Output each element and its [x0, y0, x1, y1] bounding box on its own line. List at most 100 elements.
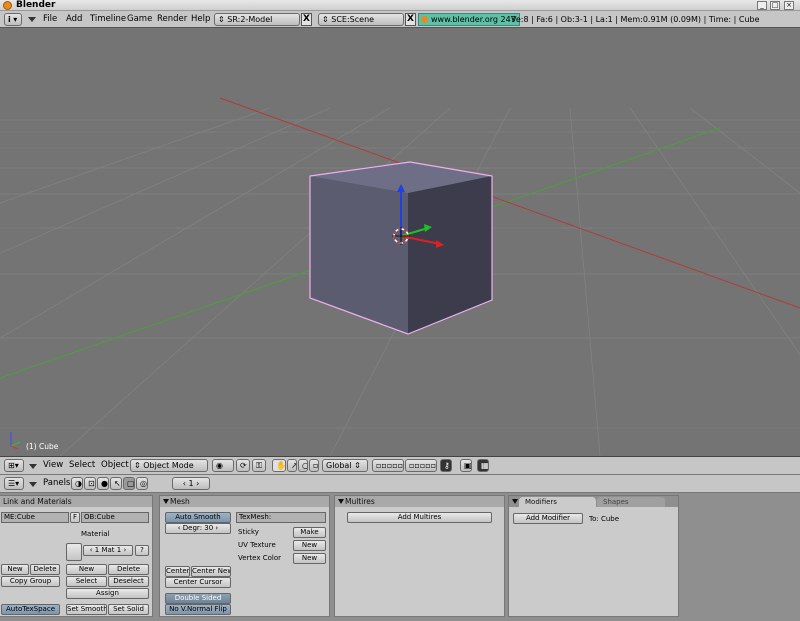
- modifiers-panel: Modifiers Shapes Add Modifier To: Cube: [508, 495, 679, 617]
- layer-lock-icon[interactable]: ⚿: [252, 459, 266, 472]
- menu-object[interactable]: Object: [101, 459, 129, 472]
- double-sided-toggle[interactable]: Double Sided: [165, 593, 231, 604]
- material-color-swatch[interactable]: [66, 543, 82, 561]
- modifiers-tab-bar: Modifiers Shapes: [509, 496, 678, 507]
- collapse-menu-icon[interactable]: [29, 482, 37, 487]
- window-titlebar: Blender _ □ ×: [0, 0, 800, 11]
- blender-logo-icon: [421, 16, 428, 23]
- draw-type-selector[interactable]: ◉: [212, 459, 234, 472]
- multires-panel: Multires Add Multires: [334, 495, 505, 617]
- menu-select[interactable]: Select: [69, 459, 95, 472]
- menu-help[interactable]: Help: [191, 13, 210, 26]
- menu-game[interactable]: Game: [127, 13, 152, 26]
- collapse-menu-icon[interactable]: [28, 17, 36, 22]
- copy-group-button[interactable]: Copy Group: [1, 576, 60, 587]
- scene-selector[interactable]: ⇕ SCE:Scene: [318, 13, 404, 26]
- info-header: i ▾ File Add Timeline Game Render Help ⇕…: [0, 11, 800, 28]
- lock-icon[interactable]: ⚷: [440, 459, 452, 472]
- auto-smooth-degree-field[interactable]: ‹ Degr: 30 ›: [165, 523, 231, 534]
- editing-context-icon[interactable]: ▢: [123, 477, 135, 490]
- uv-texture-new-button[interactable]: New: [293, 540, 326, 551]
- render-preview-icon[interactable]: ▣: [460, 459, 472, 472]
- 3d-view-header: ⊞▾ View Select Object ⇕ Object Mode ◉ ⟳ …: [0, 456, 800, 475]
- 3d-viewport[interactable]: (1) Cube: [0, 28, 800, 456]
- window-type-info-icon[interactable]: i ▾: [4, 13, 22, 26]
- orientation-selector[interactable]: Global ⇕: [322, 459, 368, 472]
- close-button[interactable]: ×: [784, 1, 794, 10]
- no-vnormal-flip-toggle[interactable]: No V.Normal Flip: [165, 604, 231, 615]
- mesh-name-field[interactable]: ME:Cube: [1, 512, 69, 523]
- collapse-menu-icon[interactable]: [29, 464, 37, 469]
- set-solid-button[interactable]: Set Solid: [108, 604, 149, 615]
- delete-material-button[interactable]: Delete: [108, 564, 149, 575]
- material-index-field[interactable]: ‹ 1 Mat 1 ›: [83, 545, 133, 556]
- maximize-button[interactable]: □: [770, 1, 780, 10]
- vertex-color-label: Vertex Color: [238, 554, 282, 562]
- select-material-button[interactable]: Select: [66, 576, 107, 587]
- collapse-triangle-icon[interactable]: [338, 499, 344, 504]
- material-label: Material: [81, 530, 110, 538]
- window-type-buttons-icon[interactable]: ☰▾: [4, 477, 24, 490]
- texmesh-field[interactable]: TexMesh:: [236, 512, 326, 523]
- blender-url-link[interactable]: www.blender.org 247: [418, 13, 520, 26]
- layers-row-1[interactable]: ▫▫▫▫▫: [372, 459, 404, 472]
- set-smooth-button[interactable]: Set Smooth: [66, 604, 107, 615]
- minimize-button[interactable]: _: [757, 1, 767, 10]
- center-button[interactable]: Center: [165, 566, 190, 577]
- layers-row-2[interactable]: ▫▫▫▫▫: [405, 459, 437, 472]
- sticky-make-button[interactable]: Make: [293, 527, 326, 538]
- opengl-render-icon[interactable]: ▦: [477, 459, 489, 472]
- screen-selector[interactable]: ⇕ SR:2-Model: [214, 13, 300, 26]
- assign-material-button[interactable]: Assign: [66, 588, 149, 599]
- x-axis-line: [219, 97, 800, 309]
- panel-title: Link and Materials: [0, 496, 152, 507]
- menu-view[interactable]: View: [43, 459, 63, 472]
- shading-context-icon[interactable]: ●: [97, 477, 109, 490]
- manipulator-hand-icon[interactable]: ✋: [272, 459, 286, 472]
- scene-delete-button[interactable]: X: [405, 13, 416, 26]
- material-help-button[interactable]: ?: [135, 545, 149, 556]
- axis-gizmo-icon: [10, 432, 21, 450]
- add-modifier-button[interactable]: Add Modifier: [513, 513, 583, 524]
- center-cursor-button[interactable]: Center Cursor: [165, 577, 231, 588]
- tab-modifiers[interactable]: Modifiers: [519, 497, 596, 507]
- collapse-triangle-icon[interactable]: [512, 499, 518, 504]
- scene-stats: Ve:8 | Fa:6 | Ob:3-1 | La:1 | Mem:0.91M …: [511, 15, 760, 24]
- panels-label: Panels: [43, 478, 71, 488]
- delete-vertex-group-button[interactable]: Delete: [30, 564, 60, 575]
- autotexspace-toggle[interactable]: AutoTexSpace: [1, 604, 60, 615]
- vertex-color-new-button[interactable]: New: [293, 553, 326, 564]
- collapse-triangle-icon[interactable]: [163, 499, 169, 504]
- window-type-3dview-icon[interactable]: ⊞▾: [4, 459, 24, 472]
- frame-number-field[interactable]: ‹ 1 ›: [172, 477, 210, 490]
- new-material-button[interactable]: New: [66, 564, 107, 575]
- scale-icon[interactable]: ▫: [309, 459, 319, 472]
- script-context-icon[interactable]: ⊡: [84, 477, 96, 490]
- new-vertex-group-button[interactable]: New: [1, 564, 29, 575]
- viewport-scene: [0, 97, 800, 456]
- buttons-header: ☰▾ Panels ◑ ⊡ ● ↖ ▢ ◎ ‹ 1 ›: [0, 475, 800, 493]
- logic-context-icon[interactable]: ◑: [71, 477, 83, 490]
- mode-selector[interactable]: ⇕ Object Mode: [130, 459, 208, 472]
- menu-timeline[interactable]: Timeline: [90, 13, 126, 26]
- menu-render[interactable]: Render: [157, 13, 187, 26]
- menu-add[interactable]: Add: [66, 13, 82, 26]
- add-multires-button[interactable]: Add Multires: [347, 512, 492, 523]
- tab-shapes[interactable]: Shapes: [597, 497, 665, 507]
- panel-title: Mesh: [160, 496, 329, 507]
- deselect-material-button[interactable]: Deselect: [108, 576, 149, 587]
- center-new-button[interactable]: Center New: [191, 566, 231, 577]
- object-context-icon[interactable]: ↖: [110, 477, 122, 490]
- active-object-label: (1) Cube: [26, 442, 59, 451]
- menu-file[interactable]: File: [43, 13, 57, 26]
- auto-smooth-toggle[interactable]: Auto Smooth: [165, 512, 231, 523]
- pivot-icon[interactable]: ⟳: [236, 459, 250, 472]
- scene-context-icon[interactable]: ◎: [136, 477, 148, 490]
- fake-user-button[interactable]: F: [70, 512, 80, 523]
- window-title: Blender: [16, 0, 56, 10]
- mesh-panel: Mesh Auto Smooth ‹ Degr: 30 › TexMesh: S…: [159, 495, 330, 617]
- object-name-field[interactable]: OB:Cube: [81, 512, 149, 523]
- translate-icon[interactable]: ↗: [287, 459, 297, 472]
- rotate-icon[interactable]: ○: [298, 459, 308, 472]
- screen-delete-button[interactable]: X: [301, 13, 312, 26]
